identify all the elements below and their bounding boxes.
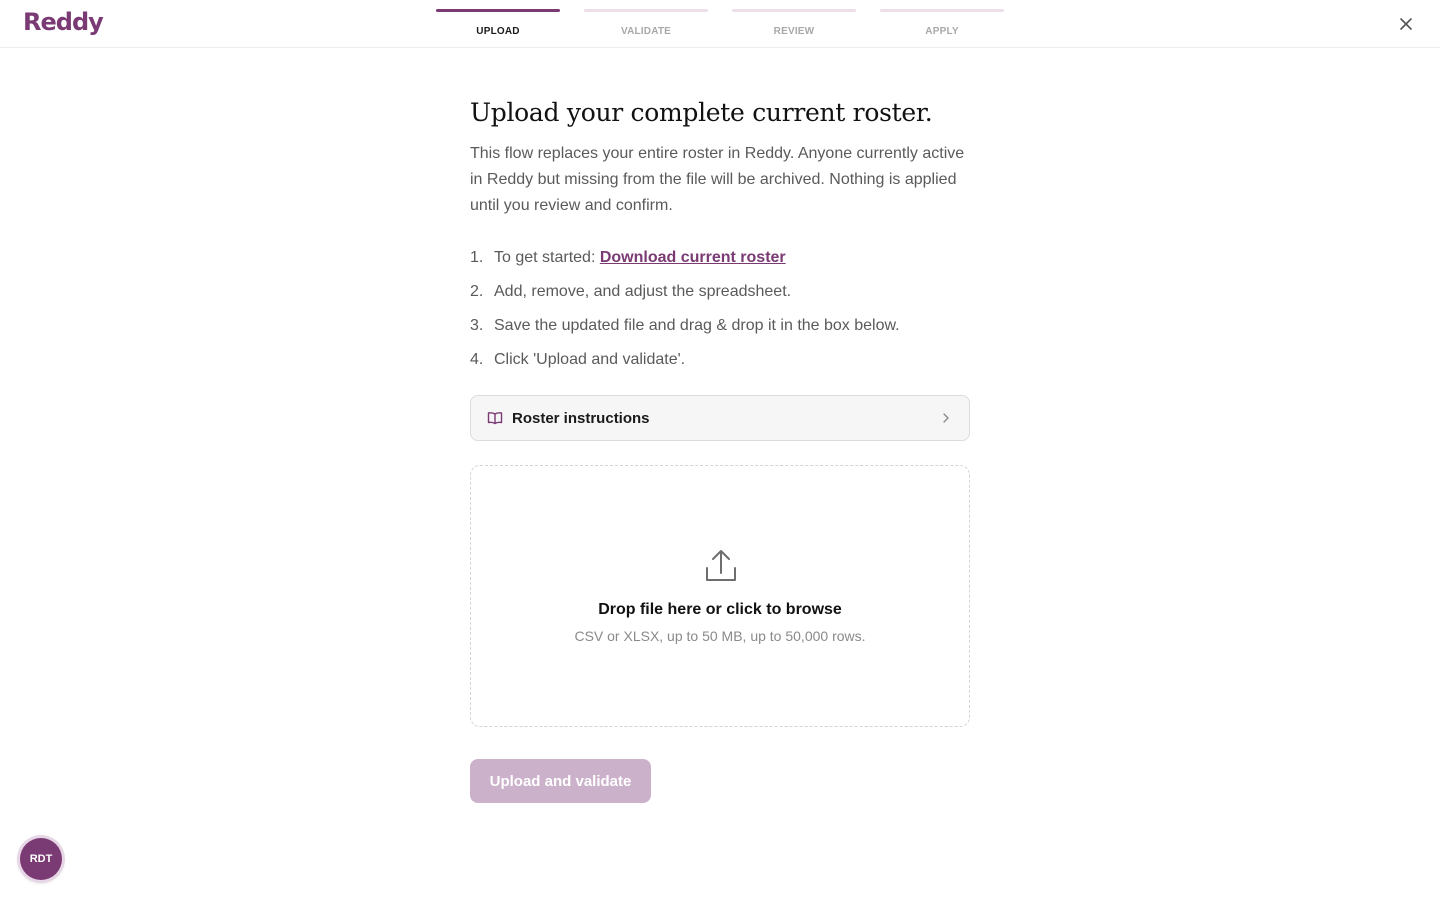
roster-instructions-label: Roster instructions	[512, 409, 650, 427]
step-review: REVIEW	[732, 9, 856, 39]
step-validate-label: VALIDATE	[620, 26, 672, 37]
dropzone-subtitle: CSV or XLSX, up to 50 MB, up to 50,000 r…	[574, 628, 866, 644]
book-icon	[487, 410, 503, 426]
step-review-label: REVIEW	[773, 26, 815, 37]
step-upload-bar	[436, 9, 560, 12]
dropzone-title: Drop file here or click to browse	[598, 601, 842, 618]
instruction-item: 2. Add, remove, and adjust the spreadshe…	[470, 280, 970, 304]
step-validate-bar	[584, 9, 708, 12]
instruction-text: To get started: Download current roster	[494, 246, 786, 270]
page-description: This flow replaces your entire roster in…	[470, 145, 965, 214]
instruction-item: 1. To get started: Download current rost…	[470, 246, 970, 270]
instruction-text: Click 'Upload and validate'.	[494, 351, 686, 368]
instruction-number: 4.	[470, 351, 484, 368]
step-apply-label: APPLY	[925, 26, 959, 37]
upload-icon	[705, 548, 737, 582]
download-roster-link[interactable]: Download current roster	[600, 249, 786, 266]
upload-content: Upload your complete current roster. Thi…	[470, 96, 970, 382]
instruction-text: Add, remove, and adjust the spreadsheet.	[494, 283, 792, 300]
page-title: Upload your complete current roster.	[470, 98, 933, 127]
instruction-item: 3. Save the updated file and drag & drop…	[470, 314, 970, 338]
instruction-number: 1.	[470, 249, 484, 266]
top-bar: Reddy UPLOAD VALIDATE REVIEW APPLY	[0, 0, 1440, 48]
instruction-text: Save the updated file and drag & drop it…	[494, 317, 900, 334]
step-validate: VALIDATE	[584, 9, 708, 39]
upload-and-validate-button[interactable]: Upload and validate	[470, 759, 651, 803]
instruction-text-prefix: To get started:	[494, 249, 600, 266]
user-avatar[interactable]: RDT	[20, 838, 62, 880]
instruction-list: 1. To get started: Download current rost…	[470, 246, 970, 372]
step-apply-bar	[880, 9, 1004, 12]
step-apply: APPLY	[880, 9, 1004, 39]
instruction-number: 3.	[470, 317, 484, 334]
reddy-logo[interactable]: Reddy	[23, 8, 104, 36]
instruction-number: 2.	[470, 283, 484, 300]
step-upload: UPLOAD	[436, 9, 560, 39]
step-upload-label: UPLOAD	[476, 26, 520, 37]
step-review-bar	[732, 9, 856, 12]
progress-stepper: UPLOAD VALIDATE REVIEW APPLY	[436, 9, 1004, 39]
roster-instructions-toggle[interactable]: Roster instructions	[470, 395, 970, 441]
chevron-right-icon	[939, 411, 953, 425]
instruction-item: 4. Click 'Upload and validate'.	[470, 348, 970, 372]
close-icon	[1400, 18, 1412, 30]
close-button[interactable]	[1394, 12, 1418, 36]
file-dropzone[interactable]: Drop file here or click to browse CSV or…	[470, 465, 970, 727]
